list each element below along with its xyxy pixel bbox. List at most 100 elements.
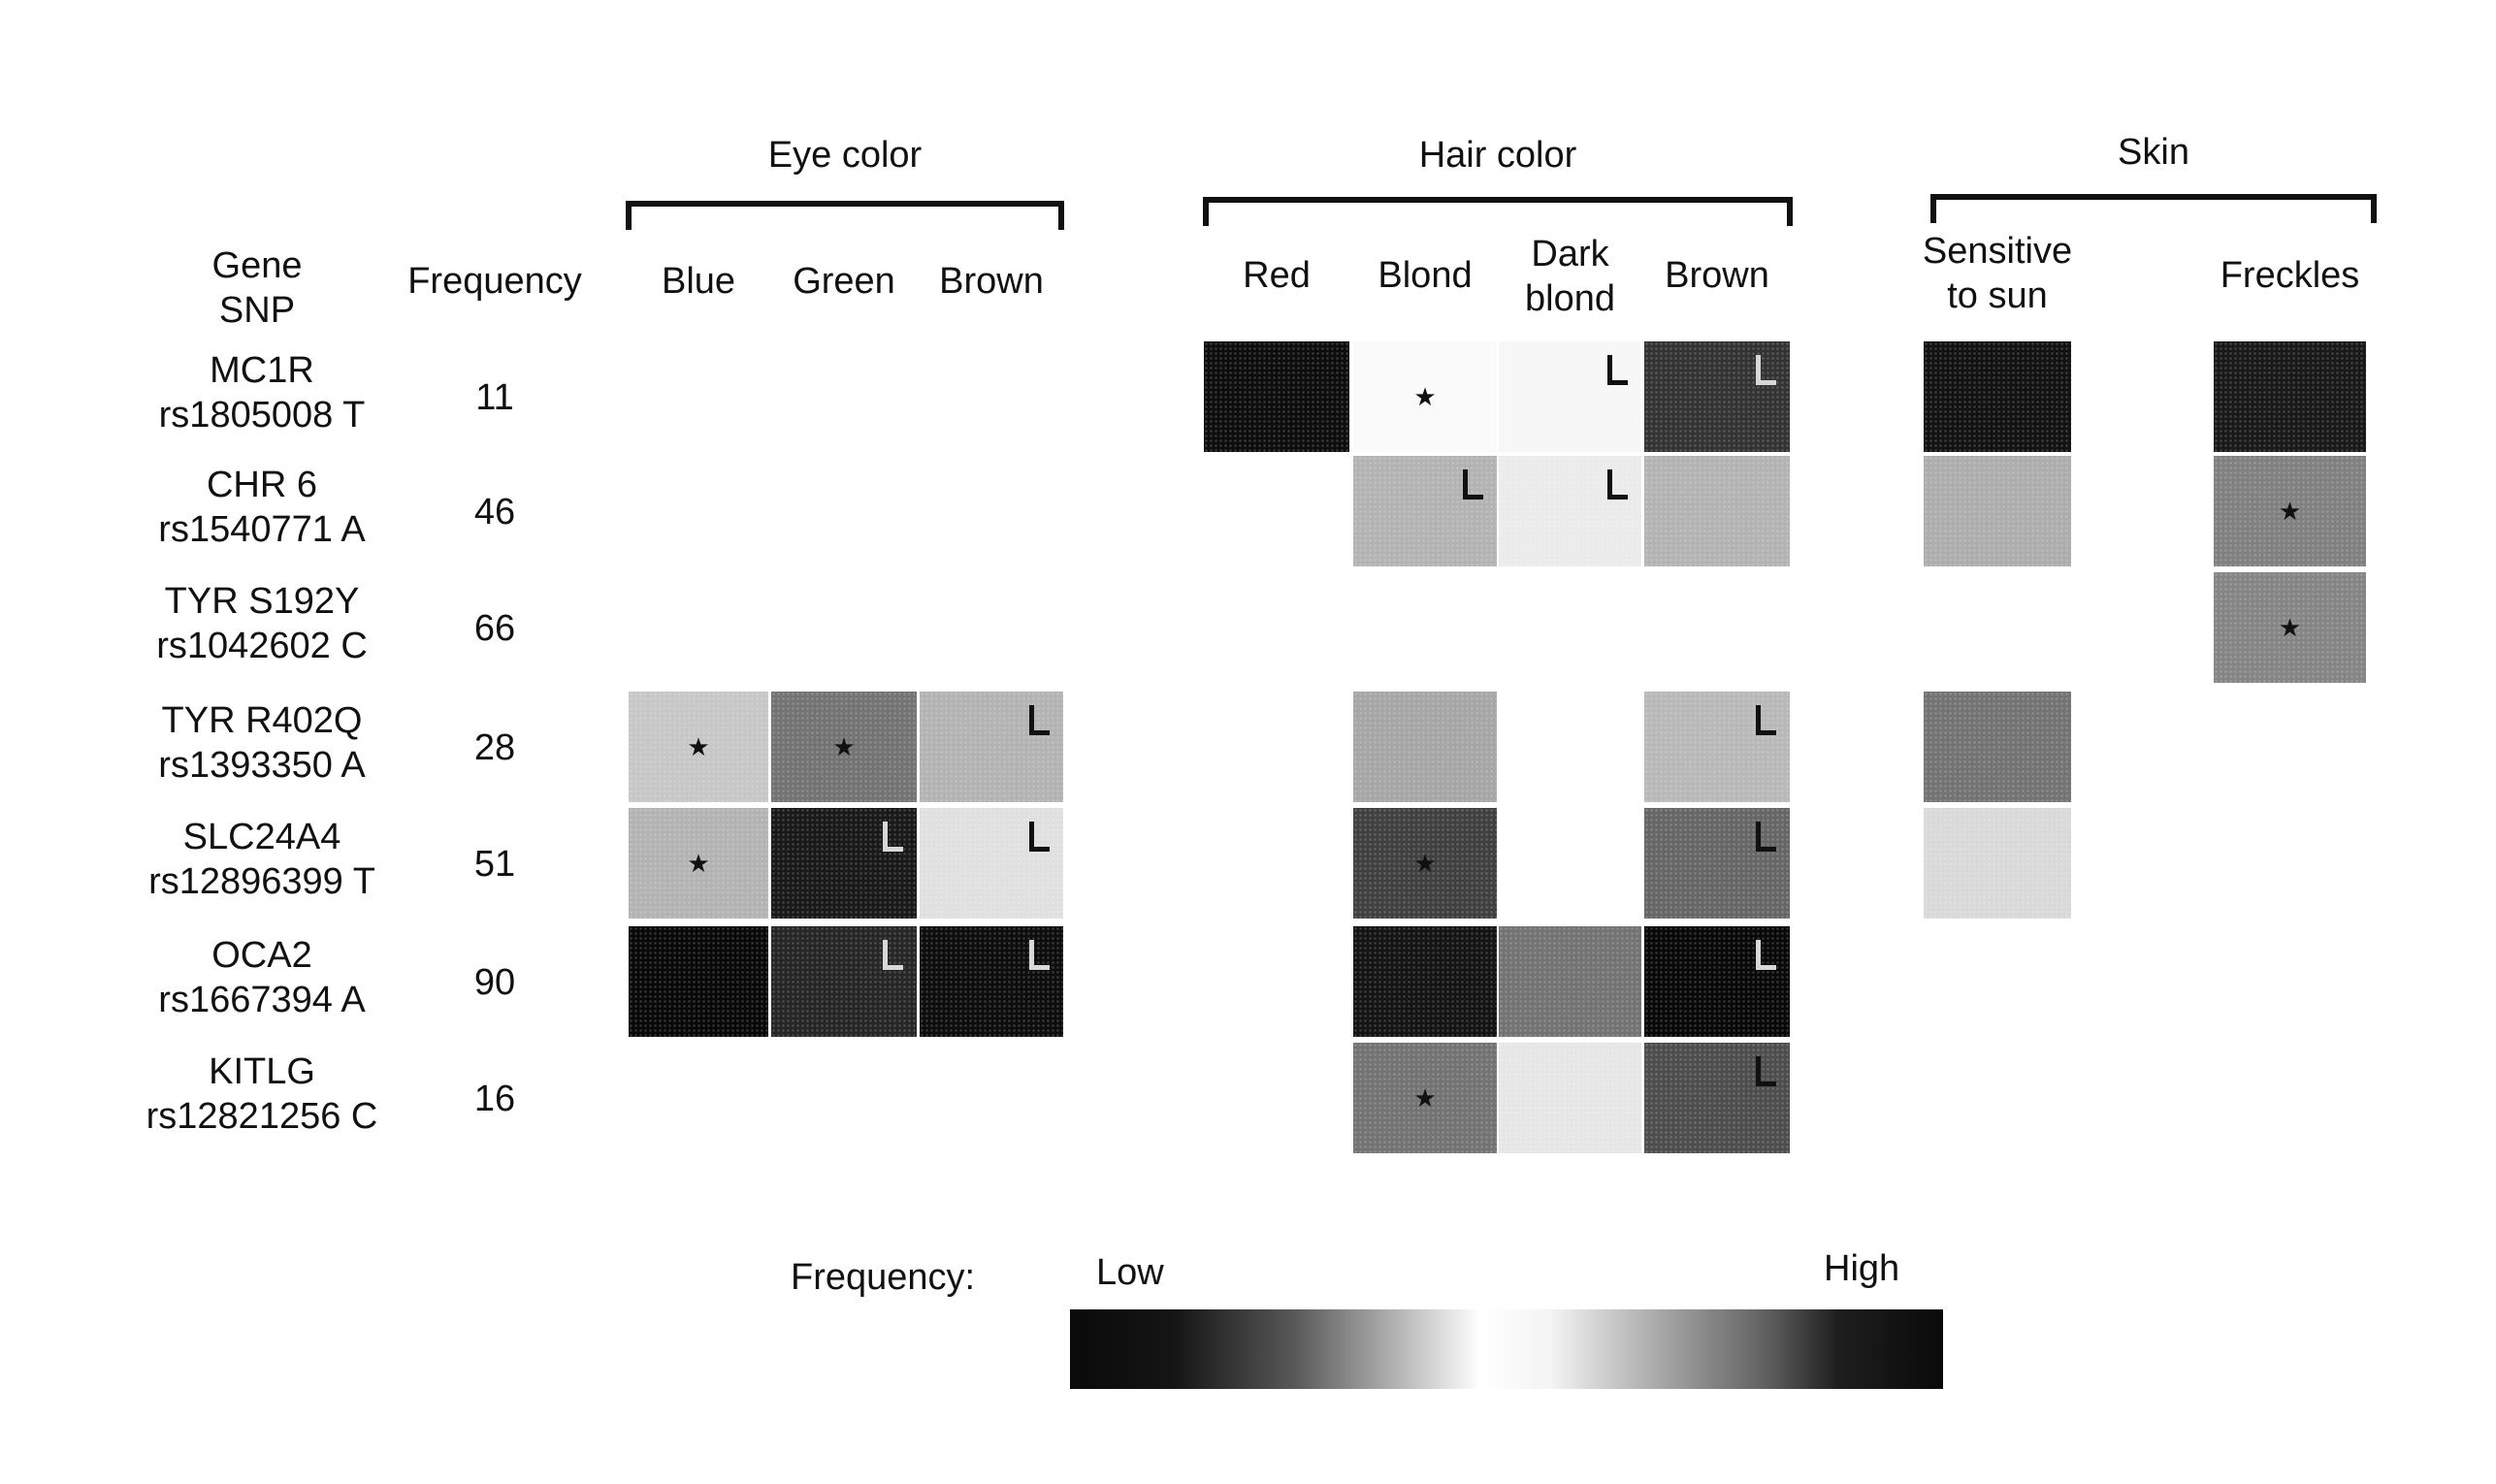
heatmap-cell bbox=[1204, 341, 1349, 452]
cell-texture bbox=[1204, 341, 1349, 452]
l-marker-icon bbox=[1029, 940, 1050, 970]
gene-snp-header: Gene SNP bbox=[184, 244, 330, 333]
row-gene: TYR R402Q bbox=[161, 700, 363, 741]
cell-texture bbox=[1644, 456, 1790, 566]
column-label-hair-brown: Brown bbox=[1625, 254, 1809, 299]
l-marker-icon bbox=[883, 940, 903, 970]
row-gene: TYR S192Y bbox=[164, 581, 360, 622]
heatmap-cell bbox=[1924, 456, 2071, 566]
heatmap-cell: ★ bbox=[629, 692, 768, 802]
row-label-gene-snp: OCA2 rs1667394 A bbox=[107, 934, 417, 1022]
star-marker-icon: ★ bbox=[1413, 1083, 1437, 1113]
heatmap-cell bbox=[1499, 926, 1641, 1037]
heatmap-cell bbox=[1644, 926, 1790, 1037]
l-marker-icon bbox=[1607, 355, 1628, 385]
heatmap-cell: ★ bbox=[771, 692, 917, 802]
heatmap-cell bbox=[920, 808, 1063, 919]
group-title-skin: Skin bbox=[2118, 132, 2189, 173]
group-title-eye-color: Eye color bbox=[767, 135, 923, 176]
heatmap-cell bbox=[1644, 1043, 1790, 1153]
l-marker-icon bbox=[1756, 822, 1776, 852]
cell-texture bbox=[2214, 341, 2366, 452]
row-label-gene-snp: MC1R rs1805008 T bbox=[107, 349, 417, 437]
heatmap-cell bbox=[920, 692, 1063, 802]
snp-header-label: SNP bbox=[218, 289, 296, 331]
row-snp: rs1540771 A bbox=[158, 508, 366, 550]
heatmap-cell bbox=[1353, 926, 1497, 1037]
cell-texture bbox=[1353, 926, 1497, 1037]
row-snp: rs1805008 T bbox=[158, 394, 366, 436]
row-label-gene-snp: CHR 6 rs1540771 A bbox=[107, 464, 417, 552]
heatmap-cell bbox=[629, 926, 768, 1037]
cell-texture bbox=[1924, 456, 2071, 566]
cell-texture bbox=[629, 926, 768, 1037]
column-label-line: Brown bbox=[939, 261, 1044, 302]
row-frequency: 66 bbox=[473, 608, 516, 649]
heatmap-cell bbox=[1644, 456, 1790, 566]
cell-texture bbox=[1499, 1043, 1641, 1153]
row-frequency: 90 bbox=[473, 962, 516, 1003]
row-snp: rs1042602 C bbox=[156, 625, 368, 666]
heatmap-cell bbox=[1644, 341, 1790, 452]
row-label-gene-snp: KITLG rs12821256 C bbox=[107, 1050, 417, 1139]
l-marker-icon bbox=[1463, 469, 1483, 500]
cell-texture bbox=[1924, 692, 2071, 802]
l-marker-icon bbox=[1029, 705, 1050, 735]
legend-color-bar bbox=[1070, 1309, 1943, 1389]
column-label-eye-brown: Brown bbox=[900, 260, 1083, 305]
column-label-skin-freckles: Freckles bbox=[2194, 254, 2385, 299]
heatmap-cell: ★ bbox=[1353, 341, 1497, 452]
row-gene: MC1R bbox=[210, 350, 314, 391]
heatmap-cell bbox=[1924, 692, 2071, 802]
legend-high-label: High bbox=[1824, 1248, 1900, 1289]
heatmap-cell bbox=[1353, 692, 1497, 802]
row-label-gene-snp: SLC24A4 rs12896399 T bbox=[107, 816, 417, 904]
row-frequency: 46 bbox=[473, 492, 516, 532]
heatmap-cell bbox=[771, 808, 917, 919]
legend-gradient bbox=[1070, 1309, 1943, 1389]
l-marker-icon bbox=[1756, 1056, 1776, 1086]
row-frequency: 16 bbox=[473, 1079, 516, 1119]
row-frequency: 51 bbox=[473, 844, 516, 885]
row-snp: rs1667394 A bbox=[158, 979, 366, 1020]
row-label-gene-snp: TYR R402Q rs1393350 A bbox=[107, 699, 417, 788]
star-marker-icon: ★ bbox=[687, 849, 710, 878]
star-marker-icon: ★ bbox=[687, 732, 710, 761]
row-gene: SLC24A4 bbox=[182, 817, 341, 857]
star-marker-icon: ★ bbox=[832, 732, 856, 761]
row-snp: rs12896399 T bbox=[148, 860, 375, 902]
row-snp: rs1393350 A bbox=[158, 744, 366, 786]
l-marker-icon bbox=[1756, 940, 1776, 970]
cell-texture bbox=[1499, 926, 1641, 1037]
group-bracket-hair-color bbox=[1203, 197, 1793, 226]
column-label-line: Brown bbox=[1665, 255, 1769, 296]
heatmap-cell bbox=[771, 926, 917, 1037]
heatmap-cell bbox=[1499, 341, 1641, 452]
gene-header-label: Gene bbox=[211, 245, 303, 286]
heatmap-cell: ★ bbox=[629, 808, 768, 919]
column-label-line: to sun bbox=[1947, 274, 2048, 316]
frequency-header: Frequency bbox=[407, 261, 582, 302]
group-bracket-eye-color bbox=[626, 201, 1064, 230]
heatmap-cell: ★ bbox=[2214, 572, 2366, 683]
row-frequency: 11 bbox=[475, 377, 514, 418]
row-gene: KITLG bbox=[209, 1051, 315, 1092]
cell-texture bbox=[1353, 692, 1497, 802]
cell-texture bbox=[1924, 341, 2071, 452]
l-marker-icon bbox=[1756, 705, 1776, 735]
heatmap-cell bbox=[1353, 456, 1497, 566]
heatmap-cell: ★ bbox=[1353, 1043, 1497, 1153]
star-marker-icon: ★ bbox=[2278, 497, 2302, 526]
legend-label: Frequency: bbox=[791, 1257, 976, 1298]
row-snp: rs12821256 C bbox=[146, 1095, 378, 1137]
heatmap-cell bbox=[1924, 341, 2071, 452]
l-marker-icon bbox=[883, 822, 903, 852]
column-label-skin-sensitive: Sensitive to sun bbox=[1904, 230, 2091, 318]
heatmap-cell bbox=[1499, 1043, 1641, 1153]
group-bracket-skin bbox=[1930, 194, 2377, 223]
heatmap-cell bbox=[1644, 692, 1790, 802]
l-marker-icon bbox=[1756, 355, 1776, 385]
heatmap-cell bbox=[2214, 341, 2366, 452]
group-title-hair-color: Hair color bbox=[1418, 135, 1577, 176]
star-marker-icon: ★ bbox=[1413, 382, 1437, 411]
